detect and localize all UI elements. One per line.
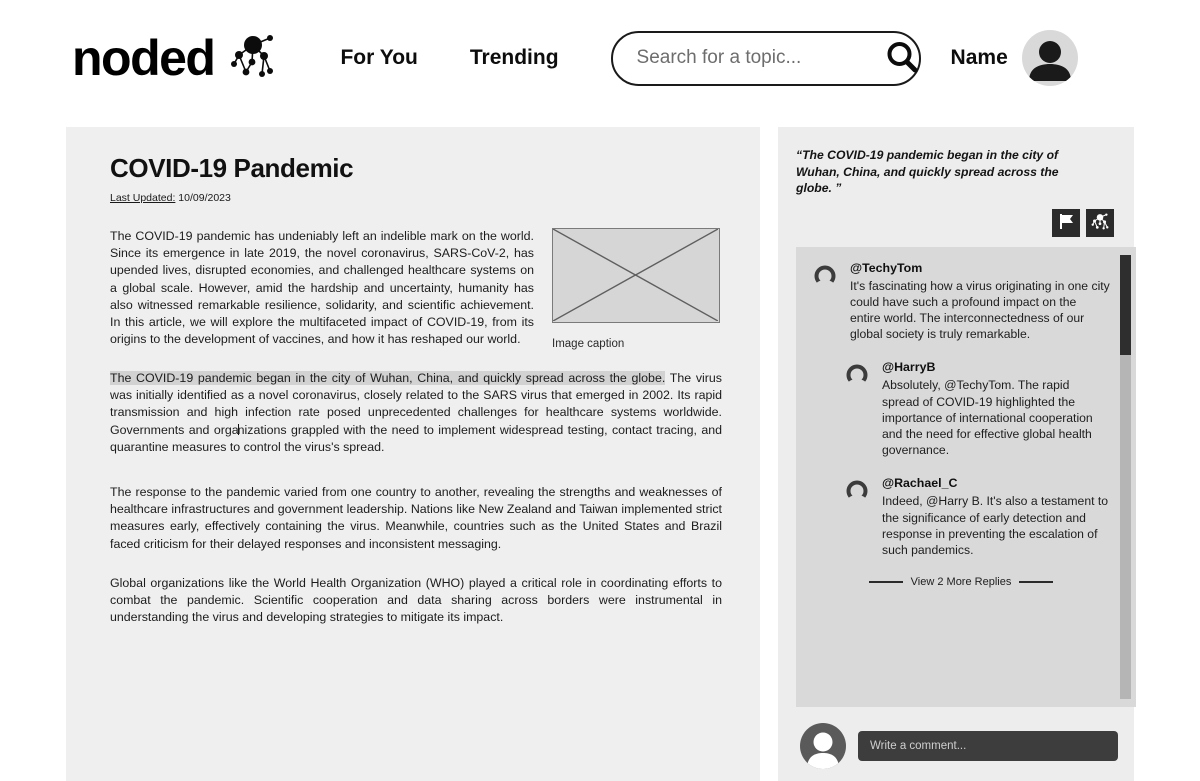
comment-item: @TechyTom It's fascinating how a virus o… [810,261,1110,343]
site-header: noded For You Trending Search for a topi… [0,0,1200,116]
article-figure: Image caption [552,228,722,350]
composer-avatar [800,722,846,769]
article-paragraph-2: The COVID-19 pandemic began in the city … [110,370,722,456]
main-nav: For You Trending [340,46,558,70]
comment-text: It's fascinating how a virus originating… [850,278,1110,342]
comment-item: @Rachael_C Indeed, @Harry B. It's also a… [842,476,1110,558]
last-updated-value: 10/09/2023 [175,192,231,204]
article-panel: COVID-19 Pandemic Last Updated: 10/09/20… [66,127,760,781]
comment-avatar-icon [810,263,840,293]
app-root: noded For You Trending Search for a topi… [0,0,1200,781]
thread-scrollbar[interactable] [1120,254,1131,699]
search-icon [884,39,920,78]
quote-actions [796,208,1118,237]
user-name-label: Name [950,46,1008,69]
last-updated-label: Last Updated: [110,192,176,204]
comment-avatar-icon [842,362,872,392]
search-input[interactable] [634,46,884,70]
comment-avatar-icon [842,478,872,508]
quoted-excerpt: “The COVID-19 pandemic began in the city… [796,148,1059,195]
user-avatar-icon [1022,37,1078,86]
view-more-replies-button[interactable]: View 2 More Replies [846,576,1076,588]
node-graph-icon [226,29,278,88]
comment-body: @Rachael_C Indeed, @Harry B. It's also a… [882,476,1110,558]
discussion-panel: “The COVID-19 pandemic began in the city… [778,127,1136,781]
comment-handle[interactable]: @HarryB [882,360,1110,374]
avatar[interactable] [1021,30,1078,86]
article-paragraph-3: The response to the pandemic varied from… [110,485,722,551]
flag-button[interactable] [1052,208,1080,237]
user-menu[interactable]: Name [951,30,1078,86]
flag-icon [1056,211,1076,234]
intro-row: The COVID-19 pandemic has undeniably lef… [110,228,722,350]
image-placeholder [552,228,720,323]
comment-item: @HarryB Absolutely, @TechyTom. The rapid… [842,360,1110,458]
divider-right [1019,581,1054,583]
brand-wordmark: noded [72,30,216,86]
comment-composer [796,722,1118,769]
comment-handle[interactable]: @TechyTom [850,261,1110,275]
comment-handle[interactable]: @Rachael_C [882,476,1110,490]
search-bar[interactable] [610,30,921,86]
comment-text: Absolutely, @TechyTom. The rapid spread … [882,378,1093,458]
image-caption: Image caption [552,338,625,350]
comment-text: Indeed, @Harry B. It's also a testament … [882,494,1109,557]
divider-left [868,581,903,583]
page-title: COVID-19 Pandemic [110,153,354,183]
node-graph-button[interactable] [1086,208,1114,237]
article-paragraph-1: The COVID-19 pandemic has undeniably lef… [110,229,534,347]
search-button[interactable] [884,39,920,78]
comment-thread[interactable]: @TechyTom It's fascinating how a virus o… [796,246,1136,707]
comment-body: @HarryB Absolutely, @TechyTom. The rapid… [882,360,1110,458]
comment-body: @TechyTom It's fascinating how a virus o… [850,261,1110,343]
comment-input[interactable] [858,730,1118,761]
last-updated: Last Updated: 10/09/2023 [110,192,722,204]
nav-item-trending[interactable]: Trending [470,46,559,70]
highlighted-sentence: The COVID-19 pandemic began in the city … [110,371,666,385]
node-graph-icon [1090,211,1110,234]
brand-logo[interactable]: noded [72,29,278,88]
scrollbar-thumb[interactable] [1120,254,1131,355]
nav-item-for-you[interactable]: For You [340,46,417,70]
view-more-replies-label: View 2 More Replies [910,576,1012,589]
article-paragraph-4: Global organizations like the World Heal… [110,575,722,625]
